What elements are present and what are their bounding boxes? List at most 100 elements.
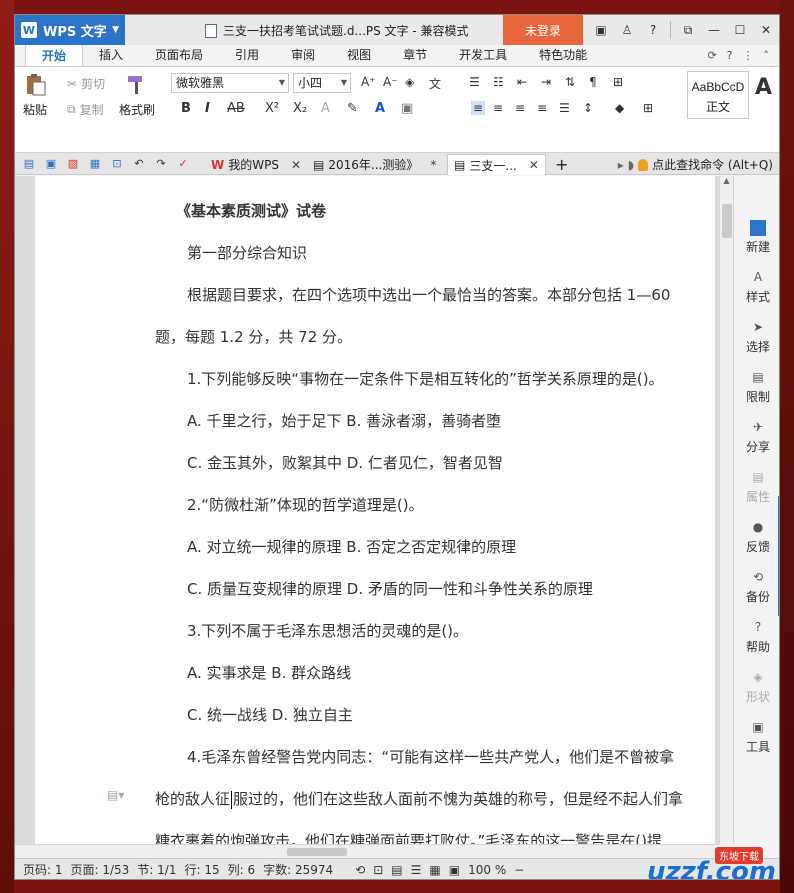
shrink-font-icon[interactable]: A⁻	[383, 75, 398, 89]
decrease-indent-icon[interactable]: ⇤	[517, 75, 527, 89]
save-icon[interactable]: ▣	[43, 156, 59, 172]
line-spacing-icon[interactable]: ↕	[583, 101, 593, 115]
sidebar-collapse-handle[interactable]	[778, 496, 779, 616]
tab-insert[interactable]: 插入	[83, 44, 139, 66]
sidebar-item-properties[interactable]: ▤ 属性	[734, 470, 779, 505]
sidebar-item-tools[interactable]: ▣ 工具	[734, 720, 779, 755]
read-mode-icon[interactable]: ▣	[449, 863, 460, 877]
document-page[interactable]: 《基本素质测试》试卷 第一部分综合知识 根据题目要求，在四个选项中选出一个最恰当…	[35, 176, 715, 844]
tab-features[interactable]: 特色功能	[523, 44, 603, 66]
close-icon[interactable]: ✕	[529, 158, 539, 172]
sidebar-item-restrict[interactable]: ▤ 限制	[734, 370, 779, 405]
superscript-button[interactable]: X²	[265, 101, 279, 116]
history-icon[interactable]: ⟲	[355, 863, 365, 877]
tab-references[interactable]: 引用	[219, 44, 275, 66]
tab-sections[interactable]: 章节	[387, 44, 443, 66]
numbered-list-icon[interactable]: ☷	[493, 75, 504, 89]
char-shading-icon[interactable]: ▣	[401, 101, 413, 116]
strikethrough-button[interactable]: AB	[227, 101, 245, 116]
tab-review[interactable]: 审阅	[275, 44, 331, 66]
sidebar-item-help[interactable]: ? 帮助	[734, 620, 779, 655]
phonetic-guide-icon[interactable]: 文	[429, 75, 441, 92]
scroll-up-icon[interactable]: ▲	[720, 176, 733, 190]
tab-view[interactable]: 视图	[331, 44, 387, 66]
status-word-count[interactable]: 字数: 25974	[263, 861, 333, 878]
open-folder-icon[interactable]: ▤	[21, 156, 37, 172]
show-marks-icon[interactable]: ¶	[589, 75, 597, 89]
collapse-icon[interactable]: ˄	[764, 49, 770, 62]
grow-font-icon[interactable]: A⁺	[361, 75, 376, 89]
vertical-scrollbar[interactable]: ▲	[719, 176, 733, 844]
sidebar-item-backup[interactable]: ⟲ 备份	[734, 570, 779, 605]
shading-fill-icon[interactable]: ◆	[615, 101, 624, 115]
style-next-icon[interactable]: A	[755, 75, 772, 100]
print-preview-icon[interactable]: ⊡	[109, 156, 125, 172]
tab-developer[interactable]: 开发工具	[443, 44, 523, 66]
more-icon[interactable]: ⋮	[743, 49, 754, 62]
sidebar-item-style[interactable]: A 样式	[734, 270, 779, 305]
scrollbar-thumb[interactable]	[287, 848, 347, 856]
help-icon[interactable]: ?	[640, 23, 666, 37]
font-size-select[interactable]: 小四 ▼	[293, 73, 351, 93]
login-button[interactable]: 未登录	[503, 15, 583, 45]
bullet-list-icon[interactable]: ☰	[469, 75, 480, 89]
highlight-icon[interactable]: ✎	[347, 101, 358, 116]
increase-indent-icon[interactable]: ⇥	[541, 75, 551, 89]
border-icon[interactable]: ⊞	[643, 101, 653, 115]
outline-view-icon[interactable]: ☰	[411, 863, 422, 877]
scrollbar-thumb[interactable]	[722, 204, 732, 238]
subscript-button[interactable]: X₂	[293, 101, 307, 116]
refresh-icon[interactable]: ⟳	[707, 49, 716, 62]
help-circle-icon[interactable]: ?	[727, 49, 733, 62]
export-pdf-icon[interactable]: ▧	[65, 156, 81, 172]
close-icon[interactable]: ✕	[291, 158, 301, 172]
paragraph-menu-icon[interactable]: ▤▾	[107, 788, 124, 802]
align-left-icon[interactable]: ≡	[471, 101, 486, 115]
skin-icon[interactable]: ▣	[588, 23, 614, 37]
copy-button[interactable]: ⧉ 复制	[67, 101, 104, 118]
clear-format-icon[interactable]: ◈	[405, 75, 414, 89]
print-icon[interactable]: ▦	[87, 156, 103, 172]
cut-button[interactable]: ✂ 剪切	[67, 75, 105, 92]
italic-button[interactable]: I	[205, 101, 210, 116]
font-name-select[interactable]: 微软雅黑 ▼	[171, 73, 289, 93]
zoom-out-icon[interactable]: −	[514, 863, 524, 877]
command-search[interactable]: ▸ ◗ 点此查找命令 (Alt+Q)	[618, 156, 773, 173]
restore-icon[interactable]: ⧉	[675, 23, 701, 38]
redo-icon[interactable]: ↷	[153, 156, 169, 172]
text-effect-icon[interactable]: A	[321, 101, 330, 116]
sidebar-item-select[interactable]: ➤ 选择	[734, 320, 779, 355]
justify-icon[interactable]: ≡	[537, 101, 547, 115]
app-menu-button[interactable]: W WPS 文字 ▼	[15, 15, 125, 45]
align-center-icon[interactable]: ≡	[493, 101, 503, 115]
new-tab-button[interactable]: +	[549, 154, 574, 175]
font-color-icon[interactable]: A	[375, 101, 385, 116]
bold-button[interactable]: B	[181, 101, 191, 116]
shirt-icon[interactable]: ♙	[614, 23, 640, 37]
paste-button[interactable]: 粘贴	[23, 73, 47, 118]
distribute-icon[interactable]: ☰	[559, 101, 570, 115]
sidebar-item-feedback[interactable]: ● 反馈	[734, 520, 779, 555]
align-right-icon[interactable]: ≡	[515, 101, 525, 115]
sidebar-item-shape[interactable]: ◈ 形状	[734, 670, 779, 705]
web-view-icon[interactable]: ▦	[429, 863, 440, 877]
focus-mode-icon[interactable]: ⊡	[373, 863, 383, 877]
customize-icon[interactable]: ✓	[175, 156, 191, 172]
tab-doc-current[interactable]: ▤ 三支一... ✕	[447, 154, 546, 175]
close-icon[interactable]: ✕	[753, 23, 779, 37]
sidebar-item-share[interactable]: ✈ 分享	[734, 420, 779, 455]
sort-icon[interactable]: ⇅	[565, 75, 575, 89]
format-painter-button[interactable]: 格式刷	[119, 73, 155, 118]
minimize-icon[interactable]: —	[701, 23, 727, 37]
maximize-icon[interactable]: ☐	[727, 23, 753, 37]
table-icon[interactable]: ⊞	[613, 75, 623, 89]
horizontal-scrollbar[interactable]	[15, 844, 719, 858]
tab-doc-2016[interactable]: ▤ 2016年...测验》 *	[307, 154, 442, 175]
tab-page-layout[interactable]: 页面布局	[139, 44, 219, 66]
page-view-icon[interactable]: ▤	[391, 863, 402, 877]
zoom-level[interactable]: 100 %	[468, 863, 506, 877]
undo-icon[interactable]: ↶	[131, 156, 147, 172]
style-normal[interactable]: AaBbCcD 正文	[687, 71, 749, 119]
sidebar-item-new[interactable]: 新建	[734, 220, 779, 255]
tab-my-wps[interactable]: W 我的WPS ✕	[205, 154, 307, 175]
